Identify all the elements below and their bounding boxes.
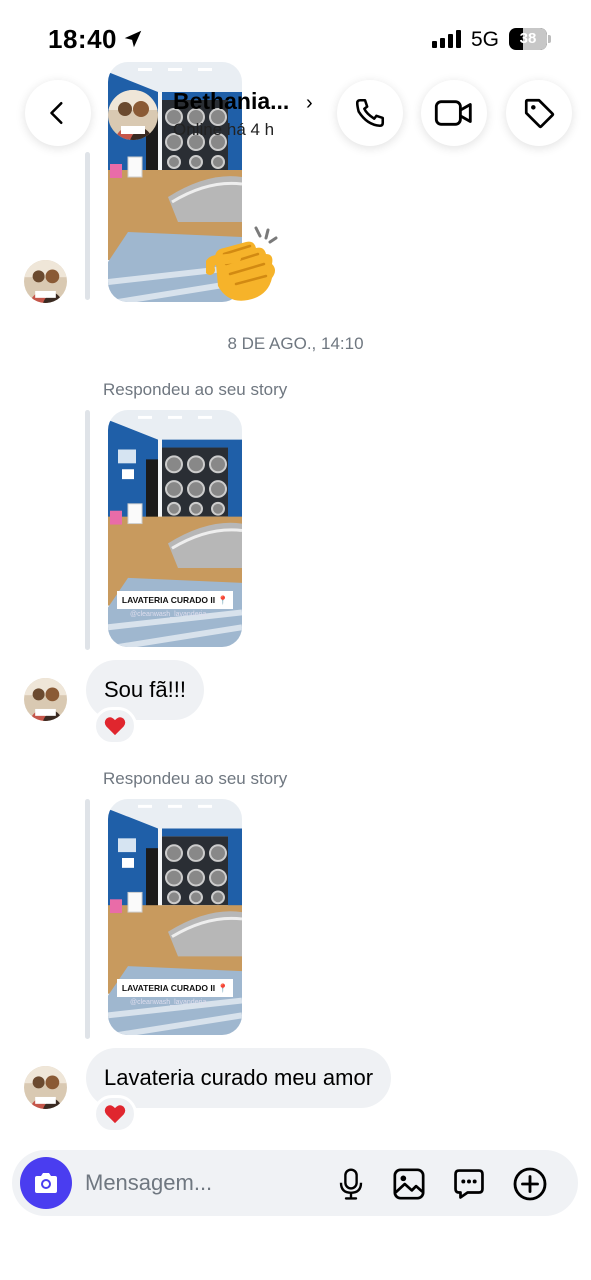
add-button[interactable] bbox=[512, 1166, 548, 1202]
network-type: 5G bbox=[471, 28, 500, 51]
contact-avatar[interactable] bbox=[108, 90, 158, 140]
video-camera-icon bbox=[434, 100, 472, 126]
gallery-button[interactable] bbox=[391, 1166, 427, 1202]
contact-online-status: Online há 4 h bbox=[173, 120, 275, 139]
status-time: 18:40 bbox=[48, 24, 117, 54]
tag-button[interactable] bbox=[506, 80, 572, 146]
camera-icon bbox=[35, 1173, 57, 1193]
heart-reaction-icon bbox=[104, 717, 126, 736]
message-input[interactable] bbox=[85, 1150, 325, 1216]
status-bar: 18:40 5G 38 bbox=[0, 0, 591, 76]
message-timestamp: 8 DE AGO., 14:10 bbox=[227, 334, 364, 353]
phone-icon bbox=[355, 98, 385, 128]
replied-to-story-label: Respondeu ao seu story bbox=[103, 380, 288, 399]
story-preview[interactable]: LAVATERIA CURADO II 📍 @cleanwash_lavande… bbox=[108, 410, 242, 647]
message-composer bbox=[12, 1150, 578, 1216]
contact-name[interactable]: Bethania... bbox=[173, 88, 289, 115]
chat-header: Bethania... › Online há 4 h bbox=[0, 78, 591, 152]
battery-level-text: 38 bbox=[519, 30, 537, 47]
back-icon bbox=[50, 101, 63, 125]
camera-button[interactable] bbox=[20, 1157, 72, 1209]
contact-avatar[interactable] bbox=[24, 260, 67, 303]
reply-indicator-line bbox=[85, 152, 90, 300]
cellular-signal-icon bbox=[432, 30, 461, 48]
heart-reaction-icon bbox=[104, 1105, 126, 1124]
reply-indicator-line bbox=[85, 410, 90, 650]
gallery-icon bbox=[393, 1168, 425, 1200]
video-call-button[interactable] bbox=[421, 80, 487, 146]
sticker-icon bbox=[454, 1169, 484, 1199]
contact-avatar[interactable] bbox=[24, 1066, 67, 1109]
reply-indicator-line bbox=[85, 799, 90, 1039]
message-bubble[interactable]: Lavateria curado meu amor bbox=[86, 1048, 392, 1108]
story-handle: @cleanwash_lavanderia bbox=[130, 611, 207, 618]
add-icon bbox=[513, 1167, 547, 1201]
location-arrow-icon bbox=[124, 30, 142, 48]
voice-call-button[interactable] bbox=[337, 80, 403, 146]
sticker-button[interactable] bbox=[451, 1166, 487, 1202]
story-location-caption: LAVATERIA CURADO II 📍 bbox=[117, 979, 233, 997]
contact-avatar[interactable] bbox=[24, 678, 67, 721]
story-location-caption: LAVATERIA CURADO II 📍 bbox=[117, 591, 233, 609]
tag-icon bbox=[524, 98, 555, 129]
battery-icon: 38 bbox=[509, 28, 551, 50]
story-preview[interactable]: LAVATERIA CURADO II 📍 @cleanwash_lavande… bbox=[108, 799, 242, 1035]
reaction-badge[interactable] bbox=[93, 707, 137, 745]
replied-to-story-label: Respondeu ao seu story bbox=[103, 769, 288, 788]
conversation-thread[interactable]: 8 DE AGO., 14:10 Respondeu ao seu story … bbox=[0, 152, 591, 1142]
chevron-right-icon[interactable]: › bbox=[306, 92, 313, 115]
voice-message-button[interactable] bbox=[333, 1166, 369, 1202]
microphone-icon bbox=[339, 1168, 363, 1200]
back-button[interactable] bbox=[25, 80, 91, 146]
clapping-hands-icon bbox=[206, 226, 278, 301]
story-handle: @cleanwash_lavanderia bbox=[130, 999, 207, 1006]
reaction-badge[interactable] bbox=[93, 1095, 137, 1133]
